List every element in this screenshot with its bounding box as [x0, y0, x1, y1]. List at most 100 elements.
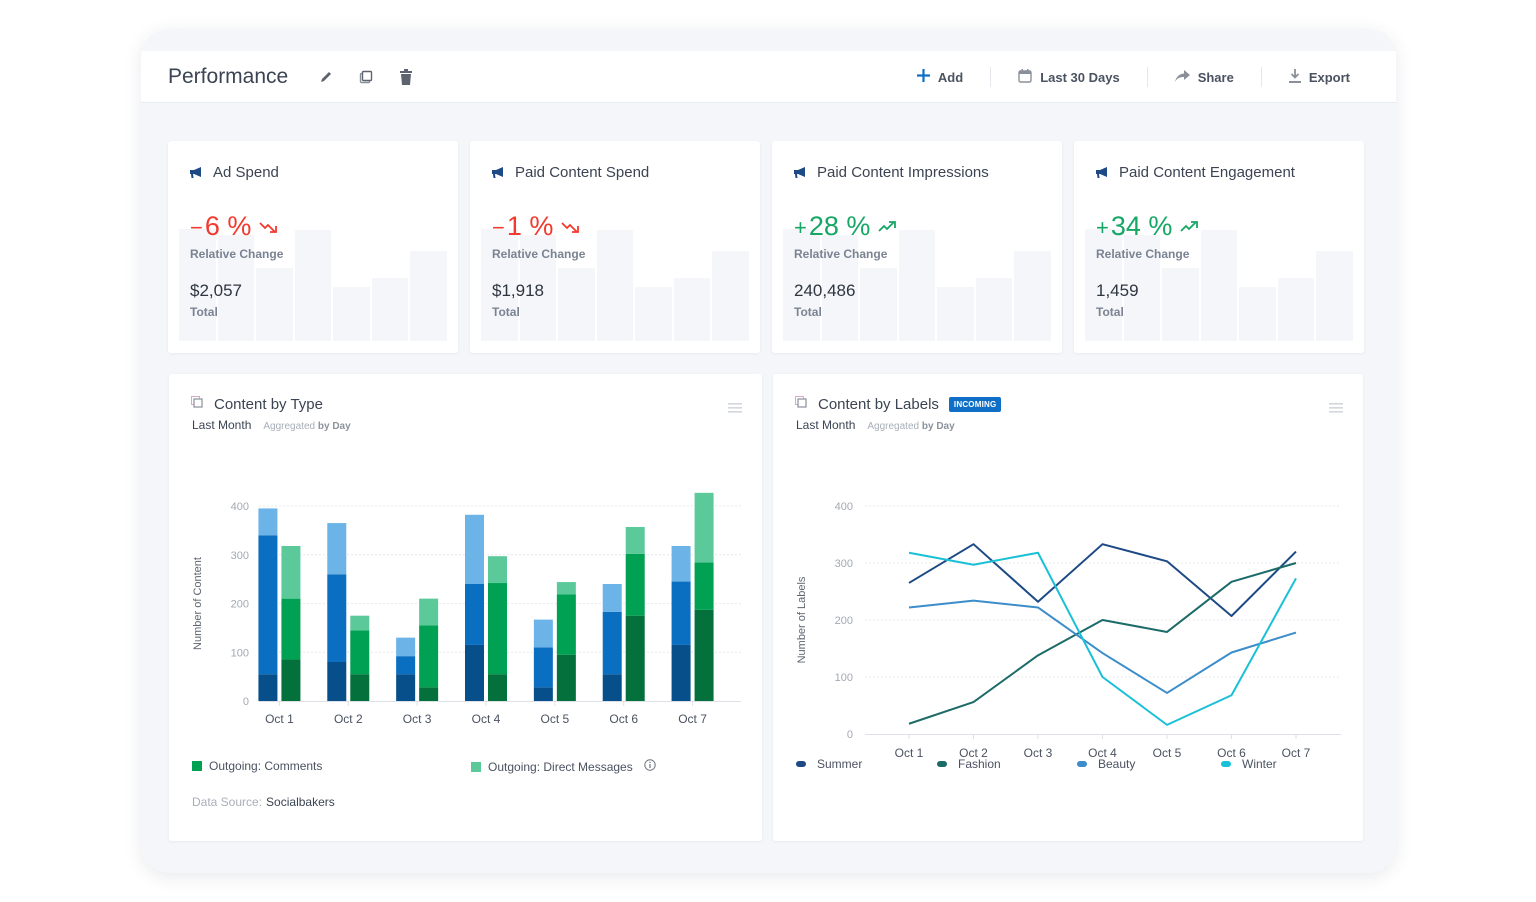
date-range-button[interactable]: Last 30 Days: [990, 67, 1147, 87]
kpi-total-value: 240,486: [794, 281, 855, 301]
panel-title: Content by Labels: [818, 396, 939, 413]
bar-segment: [557, 582, 576, 594]
bar-segment: [258, 674, 277, 701]
panel-menu-icon[interactable]: [728, 400, 742, 418]
kpi-background-bar: [295, 230, 332, 341]
kpi-relative-change: −6 %: [190, 211, 279, 242]
legend-swatch: [1077, 761, 1087, 767]
incoming-badge: INCOMING: [949, 397, 1002, 412]
dashboard-frame: Performance Add Last 30 Days Share: [141, 29, 1396, 873]
x-tick-label: Oct 7: [678, 712, 707, 726]
period-label: Last Month: [192, 418, 251, 432]
kpi-total-value: $1,918: [492, 281, 544, 301]
legend-swatch: [192, 761, 202, 771]
x-tick-label: Oct 1: [265, 712, 294, 726]
y-axis-label: Number of Labels: [796, 576, 808, 663]
legend-swatch: [937, 761, 947, 767]
kpi-header: Paid Content Engagement: [1096, 164, 1295, 181]
kpi-background-bar: [976, 278, 1013, 341]
legend-item-winter[interactable]: Winter: [1221, 757, 1277, 771]
bar-segment: [695, 493, 714, 563]
info-icon[interactable]: [644, 759, 656, 774]
kpi-total-label: Total: [492, 305, 520, 319]
bar-segment: [626, 527, 645, 554]
bar-segment: [672, 645, 691, 701]
kpi-background-bar: [1278, 278, 1315, 341]
bar-segment: [603, 612, 622, 674]
plus-icon: [917, 69, 930, 85]
export-button[interactable]: Export: [1261, 67, 1350, 87]
y-axis-label: Number of Content: [192, 557, 204, 650]
aggregation-label: Aggregated by Day: [867, 421, 954, 432]
panel-title: Content by Type: [214, 396, 323, 413]
kpi-card[interactable]: Paid Content Impressions +28 % Relative …: [772, 141, 1062, 353]
y-tick-label: 100: [231, 647, 249, 659]
download-icon: [1289, 69, 1301, 86]
bar-segment: [396, 638, 415, 657]
add-button[interactable]: Add: [890, 67, 990, 87]
trash-icon[interactable]: [397, 68, 415, 86]
legend-item-beauty[interactable]: Beauty: [1077, 757, 1135, 771]
bar-segment: [695, 610, 714, 701]
kpi-card[interactable]: Ad Spend −6 % Relative Change $2,057 Tot…: [168, 141, 458, 353]
x-tick-label: Oct 4: [472, 712, 501, 726]
legend-swatch: [471, 762, 481, 772]
kpi-relative-change: +28 %: [794, 211, 898, 242]
bar-segment: [327, 574, 346, 662]
y-tick-label: 100: [835, 672, 853, 684]
bar-segment: [396, 674, 415, 701]
page-title: Performance: [168, 65, 288, 89]
dashboard-header: Performance Add Last 30 Days Share: [141, 51, 1396, 103]
legend-item-comments[interactable]: Outgoing: Comments: [192, 759, 322, 773]
bar-segment: [419, 625, 438, 687]
x-tick-label: Oct 3: [403, 712, 432, 726]
kpi-background-bar: [1014, 251, 1051, 341]
kpi-total-value: $2,057: [190, 281, 242, 301]
bar-segment: [488, 674, 507, 701]
bar-segment: [488, 556, 507, 583]
x-tick-label: Oct 6: [609, 712, 638, 726]
kpi-background-bar: [256, 268, 293, 341]
kpi-card[interactable]: Paid Content Engagement +34 % Relative C…: [1074, 141, 1364, 353]
series-line-winter: [909, 553, 1296, 725]
y-tick-label: 400: [835, 501, 853, 513]
legend-item-direct-messages[interactable]: Outgoing: Direct Messages: [471, 759, 656, 774]
y-tick-label: 200: [835, 615, 853, 627]
duplicate-icon[interactable]: [357, 68, 375, 86]
panel-header: Content by Labels INCOMING: [795, 396, 1001, 413]
kpi-background-bar: [333, 287, 370, 341]
panel-header: Content by Type: [191, 396, 323, 413]
panel-subtitle: Last Month Aggregated by Day: [796, 418, 955, 432]
kpi-title: Ad Spend: [213, 164, 279, 181]
kpi-title: Paid Content Spend: [515, 164, 649, 181]
bar-segment: [695, 563, 714, 610]
aggregation-label: Aggregated by Day: [263, 421, 350, 432]
legend-item-summer[interactable]: Summer: [796, 757, 862, 771]
kpi-card[interactable]: Paid Content Spend −1 % Relative Change …: [470, 141, 760, 353]
bar-segment: [281, 599, 300, 660]
bar-segment: [672, 582, 691, 645]
kpi-total-label: Total: [190, 305, 218, 319]
x-tick-label: Oct 3: [1024, 746, 1053, 760]
bar-segment: [465, 584, 484, 645]
panel-menu-icon[interactable]: [1329, 400, 1343, 418]
content-by-labels-panel: Content by Labels INCOMING Last Month Ag…: [773, 374, 1363, 841]
kpi-background-bar: [1316, 251, 1353, 341]
kpi-total-label: Total: [794, 305, 822, 319]
period-label: Last Month: [796, 418, 855, 432]
panel-subtitle: Last Month Aggregated by Day: [192, 418, 351, 432]
bar-segment: [534, 687, 553, 701]
bar-segment: [350, 616, 369, 631]
x-tick-label: Oct 5: [541, 712, 570, 726]
edit-icon[interactable]: [317, 68, 335, 86]
kpi-total-label: Total: [1096, 305, 1124, 319]
header-actions: Add Last 30 Days Share Export: [890, 51, 1350, 103]
kpi-change-label: Relative Change: [1096, 247, 1189, 261]
bar-segment: [350, 674, 369, 701]
kpi-title: Paid Content Impressions: [817, 164, 989, 181]
share-button[interactable]: Share: [1147, 67, 1261, 87]
calendar-icon: [1018, 69, 1032, 86]
legend-item-fashion[interactable]: Fashion: [937, 757, 1001, 771]
series-line-beauty: [909, 601, 1296, 693]
bar-segment: [626, 554, 645, 616]
